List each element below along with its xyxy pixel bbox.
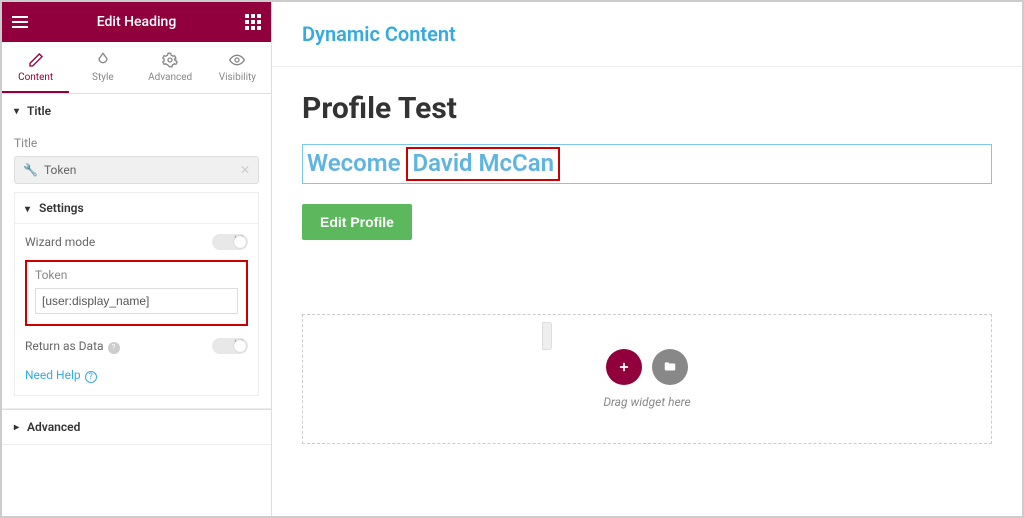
wizard-mode-row: Wizard mode NO <box>25 234 248 250</box>
widgets-grid-icon[interactable] <box>245 14 261 30</box>
droplet-icon <box>95 52 111 68</box>
section-title-toggle[interactable]: ▾ Title <box>2 94 271 128</box>
dropzone-hint: Drag widget here <box>603 395 690 409</box>
pencil-icon <box>28 52 44 68</box>
section-advanced-toggle[interactable]: ▸ Advanced <box>2 410 271 444</box>
token-highlight-box: Token <box>25 260 248 326</box>
folder-icon <box>663 360 677 374</box>
dynamic-content-header: Dynamic Content <box>272 2 1022 67</box>
settings-subpanel: ▾ Settings Wizard mode NO Token <box>14 192 259 396</box>
heading-widget-selected[interactable]: Wecome David McCan <box>302 144 992 184</box>
dynamic-token-pill[interactable]: 🔧 Token ✕ <box>14 156 259 184</box>
wizard-mode-toggle[interactable]: NO <box>212 234 248 250</box>
title-field-label: Title <box>14 136 259 150</box>
welcome-text: Wecome David McCan <box>307 149 560 177</box>
chevron-right-icon: ▸ <box>14 422 19 433</box>
token-input[interactable] <box>35 288 238 314</box>
page-title: Profile Test <box>302 91 992 126</box>
widget-dropzone[interactable]: Drag widget here <box>302 314 992 444</box>
need-help-link[interactable]: Need Help? <box>25 364 248 385</box>
section-title: ▾ Title Title 🔧 Token ✕ ▾ Settings <box>2 94 271 409</box>
chevron-down-icon: ▾ <box>25 204 30 215</box>
editor-canvas: Dynamic Content Profile Test Wecome Davi… <box>272 2 1022 516</box>
return-as-data-toggle[interactable]: NO <box>212 338 248 354</box>
edit-profile-button[interactable]: Edit Profile <box>302 204 412 240</box>
editor-sidebar: Edit Heading Content Style Advanced Visi… <box>2 2 272 516</box>
token-label: Token <box>35 268 238 282</box>
tab-content[interactable]: Content <box>2 42 69 93</box>
return-as-data-row: Return as Data? NO <box>25 338 248 354</box>
editor-tabs: Content Style Advanced Visibility <box>2 42 271 94</box>
settings-toggle[interactable]: ▾ Settings <box>15 193 258 224</box>
sidebar-title: Edit Heading <box>28 14 245 30</box>
plus-icon <box>617 360 631 374</box>
tab-visibility[interactable]: Visibility <box>204 42 271 93</box>
tab-style[interactable]: Style <box>69 42 136 93</box>
help-icon: ? <box>85 371 97 383</box>
chevron-down-icon: ▾ <box>14 106 19 117</box>
info-icon[interactable]: ? <box>108 342 120 354</box>
panel-resize-handle[interactable] <box>542 322 552 350</box>
tab-advanced[interactable]: Advanced <box>137 42 204 93</box>
dynamic-name-highlight: David McCan <box>406 147 560 181</box>
template-library-button[interactable] <box>652 349 688 385</box>
add-widget-button[interactable] <box>606 349 642 385</box>
eye-icon <box>229 52 245 68</box>
menu-icon[interactable] <box>12 16 28 28</box>
gear-icon <box>162 52 178 68</box>
wrench-icon: 🔧 <box>23 163 38 177</box>
clear-icon[interactable]: ✕ <box>240 163 250 177</box>
sidebar-header: Edit Heading <box>2 2 271 42</box>
section-advanced: ▸ Advanced <box>2 409 271 445</box>
